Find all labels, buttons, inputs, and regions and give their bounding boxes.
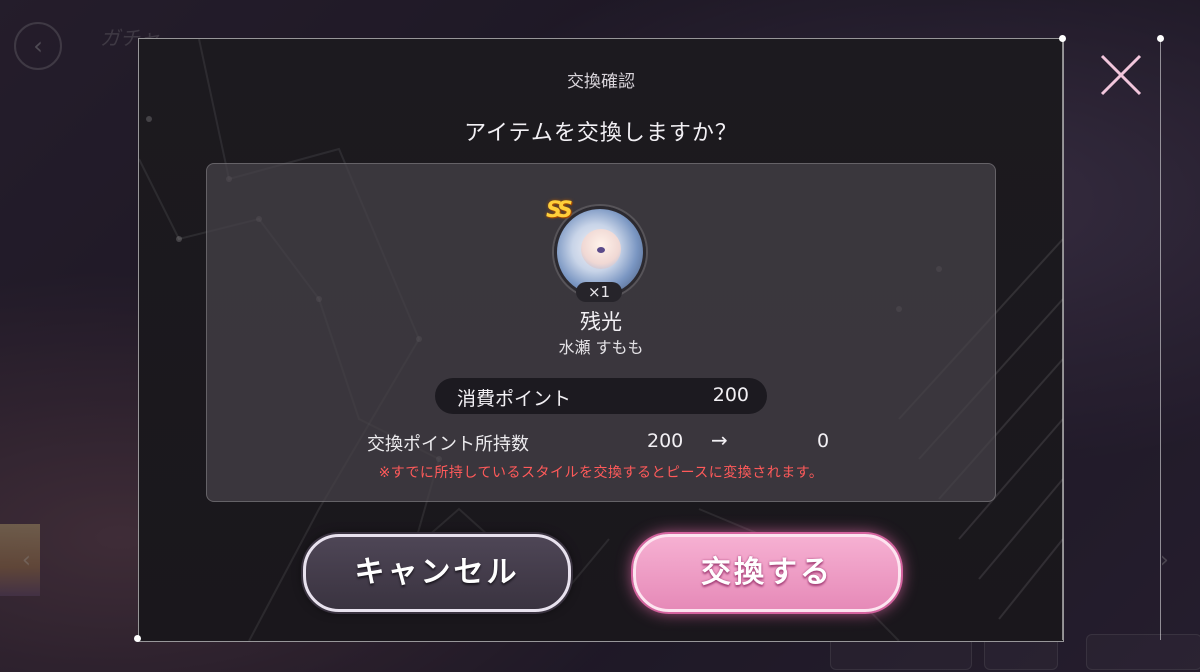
cost-label: 消費ポイント xyxy=(457,388,572,410)
item-character-name: 水瀬 すもも xyxy=(558,338,644,357)
close-icon xyxy=(1100,54,1142,96)
cancel-button-label: キャンセル xyxy=(354,555,520,590)
rarity-badge: SS xyxy=(546,198,573,223)
dialog-title: 交換確認 xyxy=(567,72,635,92)
arrow-right-icon: → xyxy=(711,428,728,452)
cost-pill: 消費ポイント 200 xyxy=(435,378,767,414)
item-card[interactable]: SS ×1 xyxy=(546,198,652,302)
exchange-button[interactable]: 交換する xyxy=(633,534,901,612)
exchange-confirm-dialog: 交換確認 アイテムを交換しますか？ SS ×1 残光 水瀬 すもも 消費ポイント… xyxy=(138,38,1064,642)
frame-dot xyxy=(134,635,141,642)
character-eye xyxy=(597,247,605,253)
cancel-button[interactable]: キャンセル xyxy=(303,534,571,612)
exchange-detail-panel: SS ×1 残光 水瀬 すもも 消費ポイント 200 交換ポイント所持数 200… xyxy=(206,163,996,502)
holdings-after: 0 xyxy=(817,430,830,452)
item-name: 残光 xyxy=(580,310,622,334)
close-button[interactable] xyxy=(1064,38,1160,110)
duplicate-notice: ※すでに所持しているスタイルを交換するとピースに変換されます。 xyxy=(378,465,824,481)
frame-line xyxy=(1160,38,1161,640)
holdings-label: 交換ポイント所持数 xyxy=(367,434,529,455)
cost-value: 200 xyxy=(712,384,749,406)
frame-line xyxy=(1062,38,1063,640)
dialog-question: アイテムを交換しますか？ xyxy=(464,121,738,146)
exchange-button-label: 交換する xyxy=(701,555,833,590)
quantity-badge: ×1 xyxy=(576,282,622,302)
holdings-before: 200 xyxy=(647,430,684,452)
